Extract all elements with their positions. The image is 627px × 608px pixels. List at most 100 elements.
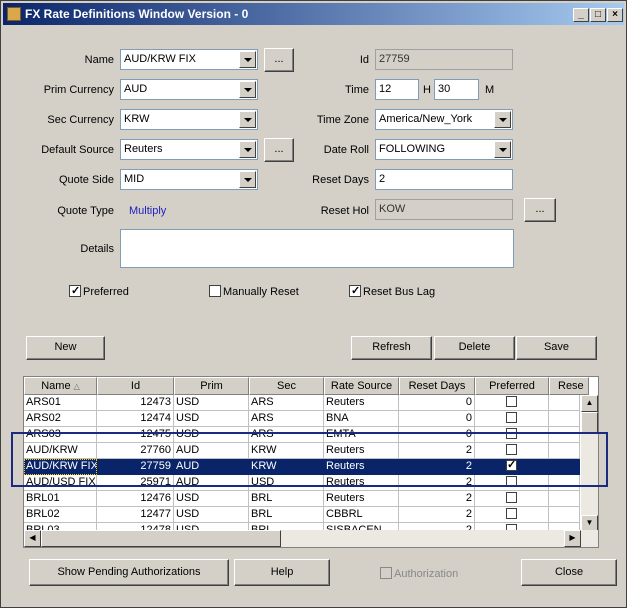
checkbox-unchecked-icon[interactable] <box>506 444 517 455</box>
id-cell[interactable]: 12473 <box>97 395 174 411</box>
time-minutes-field[interactable]: 30 <box>434 79 479 100</box>
sec-cell[interactable]: BRL <box>249 507 324 523</box>
reset-days-field[interactable]: 2 <box>375 169 513 190</box>
reset-cell[interactable] <box>549 395 580 411</box>
reset-days-cell[interactable]: 2 <box>399 459 475 475</box>
source-cell[interactable]: Reuters <box>324 443 399 459</box>
id-cell[interactable]: 27759 <box>97 459 174 475</box>
reset-cell[interactable] <box>549 427 580 443</box>
checkbox-unchecked-icon[interactable] <box>506 412 517 423</box>
preferred-cell[interactable] <box>475 395 549 411</box>
name-cell[interactable]: AUD/KRW FIX <box>24 459 97 475</box>
source-cell[interactable]: BNA <box>324 411 399 427</box>
table-row[interactable]: BRL01 12476 USD BRL Reuters 2 <box>24 491 580 507</box>
reset-cell[interactable] <box>549 459 580 475</box>
reset-bus-lag-checkbox[interactable]: Reset Bus Lag <box>349 284 435 298</box>
prim-cell[interactable]: AUD <box>174 443 249 459</box>
source-cell[interactable]: Reuters <box>324 475 399 491</box>
table-row[interactable]: AUD/KRW FIX 27759 AUD KRW Reuters 2 <box>24 459 580 475</box>
sec-cell[interactable]: ARS <box>249 427 324 443</box>
prim-cell[interactable]: AUD <box>174 459 249 475</box>
reset-cell[interactable] <box>549 411 580 427</box>
name-cell[interactable]: AUD/USD FIX <box>24 475 97 491</box>
reset-cell[interactable] <box>549 491 580 507</box>
checkbox-unchecked-icon[interactable] <box>506 508 517 519</box>
prim-cell[interactable]: USD <box>174 427 249 443</box>
source-cell[interactable]: Reuters <box>324 395 399 411</box>
sec-cell[interactable]: ARS <box>249 411 324 427</box>
id-cell[interactable]: 12475 <box>97 427 174 443</box>
name-lookup-button[interactable]: ... <box>264 48 294 72</box>
vertical-scrollbar[interactable]: ▲ ▼ <box>581 395 598 547</box>
preferred-cell[interactable] <box>475 443 549 459</box>
maximize-icon[interactable]: □ <box>590 8 606 22</box>
chevron-down-icon[interactable] <box>239 171 256 188</box>
preferred-cell[interactable] <box>475 491 549 507</box>
reset-days-cell[interactable]: 2 <box>399 507 475 523</box>
delete-button[interactable]: Delete <box>434 336 515 360</box>
source-cell[interactable]: Reuters <box>324 459 399 475</box>
prim-cell[interactable]: USD <box>174 507 249 523</box>
preferred-cell[interactable] <box>475 475 549 491</box>
reset-days-cell[interactable]: 0 <box>399 411 475 427</box>
column-header-prim[interactable]: Prim <box>174 377 249 395</box>
time-zone-combo[interactable]: America/New_York <box>375 109 513 130</box>
table-row[interactable]: BRL02 12477 USD BRL CBBRL 2 <box>24 507 580 523</box>
source-cell[interactable]: Reuters <box>324 491 399 507</box>
checkbox-checked-icon[interactable] <box>506 459 517 473</box>
reset-hol-lookup-button[interactable]: ... <box>524 198 556 222</box>
details-field[interactable] <box>120 229 514 268</box>
sec-cell[interactable]: USD <box>249 475 324 491</box>
preferred-checkbox[interactable]: Preferred <box>69 284 129 298</box>
date-roll-combo[interactable]: FOLLOWING <box>375 139 513 160</box>
id-cell[interactable]: 27760 <box>97 443 174 459</box>
quote-side-combo[interactable]: MID <box>120 169 258 190</box>
save-button[interactable]: Save <box>516 336 597 360</box>
source-cell[interactable]: CBBRL <box>324 507 399 523</box>
table-row[interactable]: ARS01 12473 USD ARS Reuters 0 <box>24 395 580 411</box>
id-cell[interactable]: 12474 <box>97 411 174 427</box>
reset-days-cell[interactable]: 0 <box>399 427 475 443</box>
column-header-reset[interactable]: Rese <box>549 377 589 395</box>
close-button[interactable]: Close <box>521 559 617 586</box>
column-header-reset-days[interactable]: Reset Days <box>399 377 475 395</box>
fx-rate-table[interactable]: Name △ Id Prim Sec Rate Source Reset Day… <box>23 376 599 548</box>
id-cell[interactable]: 12476 <box>97 491 174 507</box>
prim-cell[interactable]: USD <box>174 395 249 411</box>
preferred-cell[interactable] <box>475 411 549 427</box>
chevron-down-icon[interactable] <box>494 111 511 128</box>
table-row[interactable]: AUD/KRW 27760 AUD KRW Reuters 2 <box>24 443 580 459</box>
prim-currency-combo[interactable]: AUD <box>120 79 258 100</box>
sec-cell[interactable]: KRW <box>249 459 324 475</box>
scroll-left-icon[interactable]: ◀ <box>24 530 41 547</box>
horizontal-scroll-thumb[interactable] <box>41 530 281 547</box>
reset-days-cell[interactable]: 2 <box>399 443 475 459</box>
name-cell[interactable]: BRL01 <box>24 491 97 507</box>
table-row[interactable]: AUD/USD FIX 25971 AUD USD Reuters 2 <box>24 475 580 491</box>
title-bar[interactable]: FX Rate Definitions Window Version - 0 _… <box>3 3 624 25</box>
horizontal-scrollbar[interactable]: ◀ ▶ <box>24 530 598 547</box>
name-cell[interactable]: AUD/KRW <box>24 443 97 459</box>
checkbox-unchecked-icon[interactable] <box>506 476 517 487</box>
show-pending-authorizations-button[interactable]: Show Pending Authorizations <box>29 559 229 586</box>
name-combo[interactable]: AUD/KRW FIX <box>120 49 258 70</box>
id-cell[interactable]: 12477 <box>97 507 174 523</box>
prim-cell[interactable]: AUD <box>174 475 249 491</box>
chevron-down-icon[interactable] <box>239 51 256 68</box>
prim-cell[interactable]: USD <box>174 491 249 507</box>
table-row[interactable]: ARS02 12474 USD ARS BNA 0 <box>24 411 580 427</box>
checkbox-unchecked-icon[interactable] <box>506 492 517 503</box>
default-source-combo[interactable]: Reuters <box>120 139 258 160</box>
source-cell[interactable]: EMTA <box>324 427 399 443</box>
table-row[interactable]: ARS03 12475 USD ARS EMTA 0 <box>24 427 580 443</box>
name-cell[interactable]: ARS03 <box>24 427 97 443</box>
preferred-cell[interactable] <box>475 507 549 523</box>
time-hours-field[interactable]: 12 <box>375 79 419 100</box>
reset-cell[interactable] <box>549 443 580 459</box>
sec-currency-combo[interactable]: KRW <box>120 109 258 130</box>
reset-cell[interactable] <box>549 507 580 523</box>
manually-reset-checkbox[interactable]: Manually Reset <box>209 285 299 298</box>
checkbox-unchecked-icon[interactable] <box>506 428 517 439</box>
chevron-down-icon[interactable] <box>239 141 256 158</box>
scroll-right-icon[interactable]: ▶ <box>564 530 581 547</box>
